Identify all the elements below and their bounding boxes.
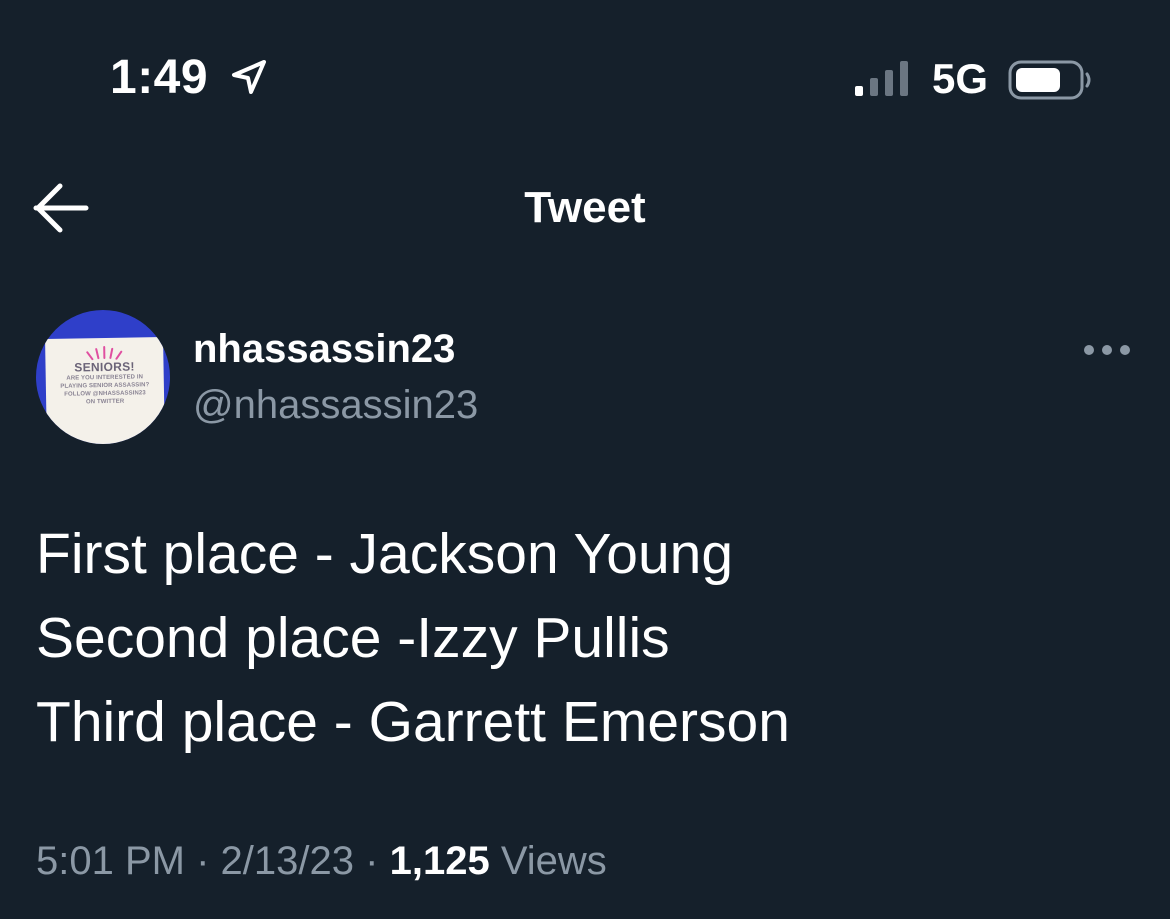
avatar[interactable]: SENIORS! ARE YOU INTERESTED IN PLAYING S… [36, 310, 170, 444]
battery-icon [1008, 60, 1091, 100]
avatar-sign: SENIORS! ARE YOU INTERESTED IN PLAYING S… [45, 336, 165, 444]
author-handle[interactable]: @nhassassin23 [193, 378, 478, 432]
cellular-signal-icon [855, 61, 908, 96]
tweet-text: First place - Jackson Young Second place… [36, 512, 1136, 764]
views-count[interactable]: 1,125 [390, 839, 490, 883]
more-options-icon[interactable] [1082, 336, 1132, 364]
tweet-time[interactable]: 5:01 PM [36, 839, 185, 883]
page-title: Tweet [524, 183, 646, 232]
avatar-rays-icon [86, 346, 123, 361]
views-label[interactable]: Views [501, 839, 607, 883]
meta-separator: · [196, 839, 210, 883]
status-time: 1:49 [110, 51, 209, 104]
tweet-line-third-place: Third place - Garrett Emerson [36, 690, 790, 754]
author-display-name[interactable]: nhassassin23 [193, 322, 455, 376]
location-arrow-icon [232, 60, 266, 94]
tweet-line-first-place: First place - Jackson Young [36, 522, 734, 586]
tweet-meta: 5:01 PM · 2/13/23 · 1,125 Views [36, 834, 607, 888]
meta-separator: · [365, 839, 379, 883]
tweet-detail-screen: 1:49 5G Tweet SENIORS! ARE YOU INTERESTE… [0, 0, 1170, 919]
network-type: 5G [932, 55, 989, 102]
tweet-line-second-place: Second place -Izzy Pullis [36, 606, 670, 670]
tweet-date[interactable]: 2/13/23 [221, 839, 354, 883]
